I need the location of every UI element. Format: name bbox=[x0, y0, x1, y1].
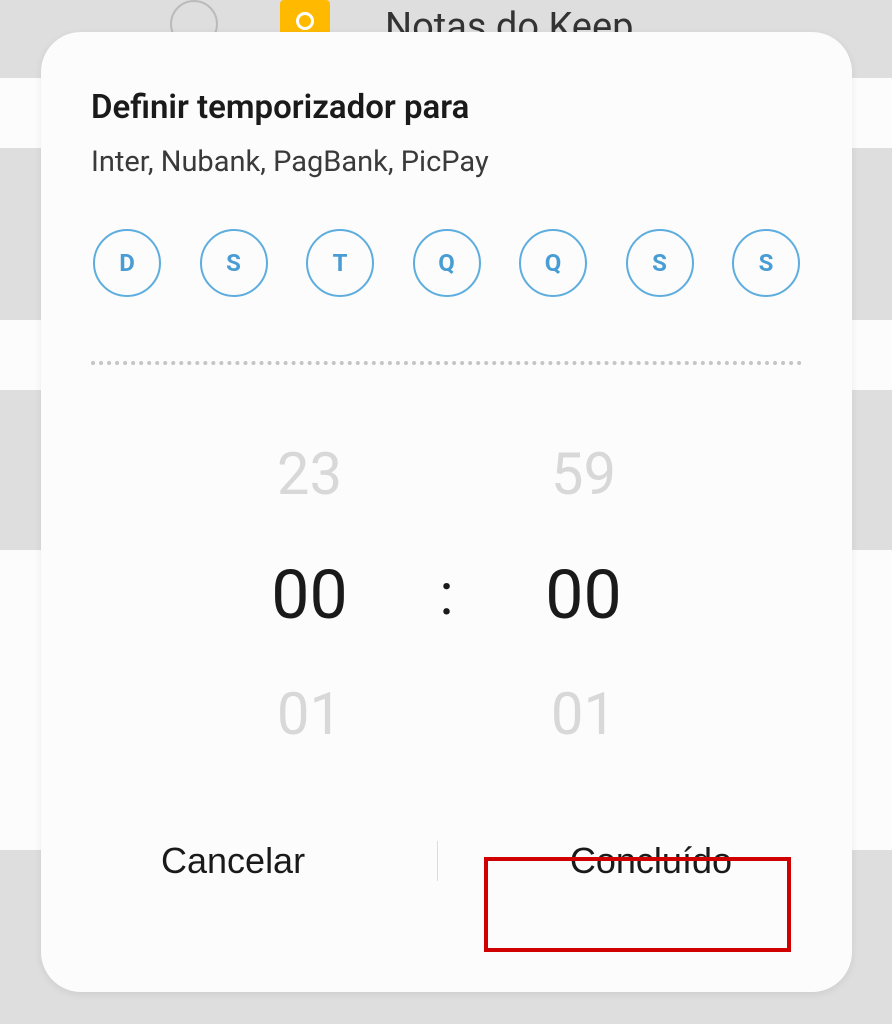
dialog-button-row: Cancelar Concluído bbox=[91, 820, 802, 902]
minute-picker[interactable]: 59 00 01 bbox=[454, 425, 714, 765]
divider bbox=[91, 361, 802, 365]
dialog-subtitle: Inter, Nubank, PagBank, PicPay bbox=[91, 145, 802, 179]
time-picker: 23 00 01 : 59 00 01 bbox=[91, 425, 802, 765]
confirm-button[interactable]: Concluído bbox=[530, 820, 772, 902]
day-toggle-saturday[interactable]: S bbox=[732, 229, 800, 297]
day-toggle-tuesday[interactable]: T bbox=[306, 229, 374, 297]
minute-selected: 00 bbox=[545, 525, 621, 665]
hour-next: 01 bbox=[277, 665, 342, 765]
hour-selected: 00 bbox=[271, 525, 347, 665]
day-selector-row: D S T Q Q S S bbox=[91, 229, 802, 297]
minute-next: 01 bbox=[551, 665, 616, 765]
day-toggle-thursday[interactable]: Q bbox=[519, 229, 587, 297]
dialog-title: Definir temporizador para bbox=[91, 88, 802, 127]
minute-prev: 59 bbox=[551, 425, 616, 525]
button-divider bbox=[437, 841, 438, 881]
time-separator: : bbox=[439, 425, 453, 765]
hour-prev: 23 bbox=[277, 425, 342, 525]
day-toggle-friday[interactable]: S bbox=[626, 229, 694, 297]
cancel-button[interactable]: Cancelar bbox=[121, 820, 345, 902]
hour-picker[interactable]: 23 00 01 bbox=[179, 425, 439, 765]
timer-dialog: Definir temporizador para Inter, Nubank,… bbox=[41, 32, 852, 992]
day-toggle-wednesday[interactable]: Q bbox=[413, 229, 481, 297]
day-toggle-sunday[interactable]: D bbox=[93, 229, 161, 297]
day-toggle-monday[interactable]: S bbox=[200, 229, 268, 297]
